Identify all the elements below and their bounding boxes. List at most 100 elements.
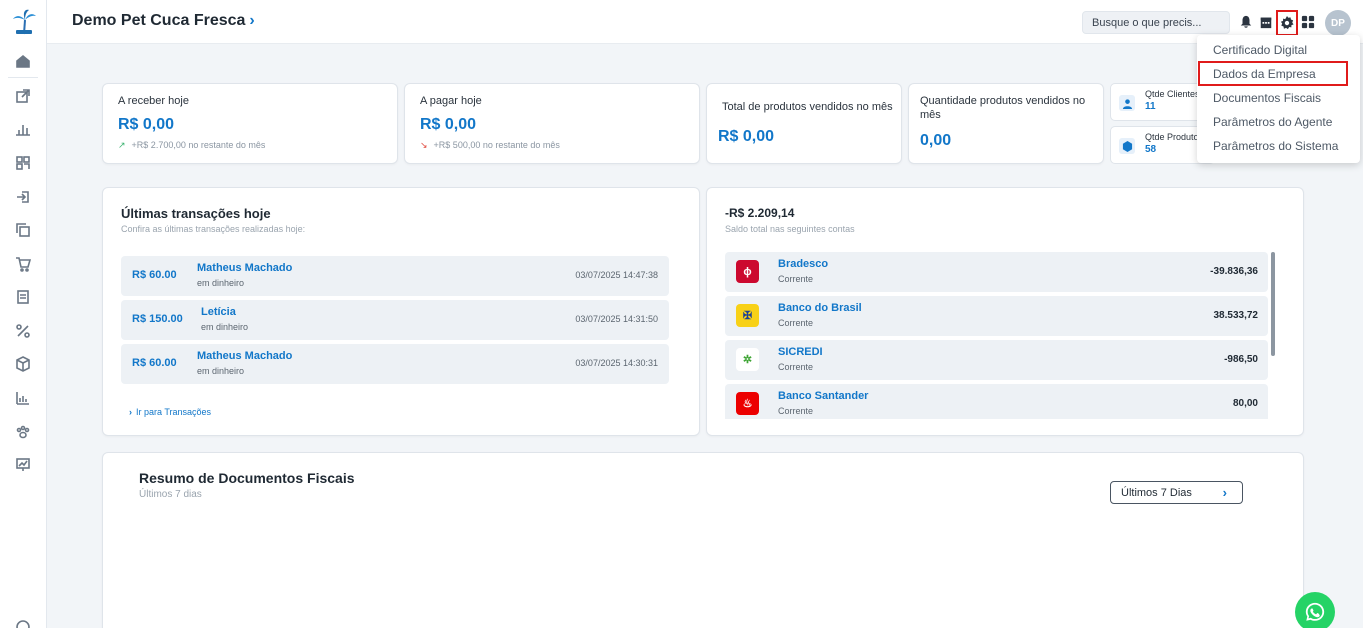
santander-logo-icon: ♨ (736, 392, 759, 415)
qr-code-icon[interactable] (14, 154, 32, 172)
gear-icon (1280, 16, 1294, 30)
kpi-card-products-total: Total de produtos vendidos no mês R$ 0,0… (706, 83, 902, 164)
login-icon[interactable] (14, 188, 32, 206)
accounts-list[interactable]: ϕ Bradesco Corrente -39.836,36 ✠ Banco d… (725, 252, 1273, 419)
calendar-icon[interactable] (1258, 14, 1274, 30)
bradesco-logo-icon: ϕ (736, 260, 759, 283)
kpi-value: R$ 0,00 (118, 116, 175, 133)
transaction-date: 03/07/2025 14:31:50 (575, 314, 658, 324)
menu-item-certificado-digital[interactable]: Certificado Digital (1213, 43, 1307, 57)
paw-icon[interactable] (14, 423, 32, 441)
mini-label: Qtde Produtos (1145, 132, 1204, 142)
transaction-name: Matheus Machado (197, 262, 293, 274)
settings-gear-button[interactable] (1276, 10, 1298, 36)
account-type: Corrente (778, 406, 814, 416)
sidebar (0, 0, 47, 628)
transaction-date: 03/07/2025 14:47:38 (575, 270, 658, 280)
kpi-value: R$ 0,00 (718, 128, 775, 145)
bell-icon[interactable] (1238, 14, 1254, 30)
palm-tree-logo[interactable] (10, 8, 38, 36)
transaction-row[interactable]: R$ 150.00 Letícia em dinheiro 03/07/2025… (121, 300, 669, 340)
accounts-scrollbar[interactable] (1271, 252, 1275, 356)
account-row[interactable]: ϕ Bradesco Corrente -39.836,36 (725, 252, 1268, 292)
cube-icon[interactable] (14, 355, 32, 373)
apps-grid-icon[interactable] (1300, 14, 1316, 30)
transaction-method: em dinheiro (197, 366, 245, 376)
section-title: Resumo de Documentos Fiscais (139, 470, 355, 486)
account-row[interactable]: ♨ Banco Santander Corrente 80,00 (725, 384, 1268, 419)
kpi-label: Quantidade produtos vendidos no mês (920, 95, 1086, 121)
account-balance: -39.836,36 (1210, 266, 1258, 277)
home-icon[interactable] (14, 52, 32, 70)
go-to-transactions-link[interactable]: › Ir para Transações (129, 407, 211, 417)
transaction-method: em dinheiro (197, 278, 245, 288)
external-link-icon[interactable] (14, 87, 32, 105)
section-subtitle: Últimos 7 dias (139, 489, 202, 500)
transaction-row[interactable]: R$ 60.00 Matheus Machado em dinheiro 03/… (121, 256, 669, 296)
section-subtitle: Confira as últimas transações realizadas… (121, 224, 306, 234)
kpi-value: R$ 0,00 (420, 116, 477, 133)
accounts-total: -R$ 2.209,14 (725, 206, 795, 220)
user-avatar[interactable]: DP (1325, 10, 1351, 36)
company-name: Demo Pet Cuca Fresca (72, 12, 246, 29)
chevron-right-icon[interactable] (14, 618, 32, 628)
account-row[interactable]: ✠ Banco do Brasil Corrente 38.533,72 (725, 296, 1268, 336)
copy-icon[interactable] (14, 221, 32, 239)
section-subtitle: Saldo total nas seguintes contas (725, 224, 855, 234)
chevron-right-icon: › (249, 12, 255, 29)
account-type: Corrente (778, 318, 814, 328)
account-name: SICREDI (778, 346, 823, 358)
accounts-card: -R$ 2.209,14 Saldo total nas seguintes c… (706, 187, 1304, 436)
section-title: Últimas transações hoje (121, 206, 271, 221)
transaction-amount: R$ 60.00 (132, 357, 177, 369)
kpi-card-receivable: A receber hoje R$ 0,00 ↗ +R$ 2.700,00 no … (102, 83, 398, 164)
whatsapp-icon (1305, 602, 1325, 621)
box-icon (1119, 138, 1135, 154)
cart-icon[interactable] (14, 255, 32, 273)
bar-chart-icon[interactable] (14, 120, 32, 138)
kpi-sub: ↘ +R$ 500,00 no restante do mês (420, 140, 560, 150)
menu-item-documentos-fiscais[interactable]: Documentos Fiscais (1213, 91, 1321, 105)
transaction-method: em dinheiro (201, 322, 249, 332)
user-icon (1119, 95, 1135, 111)
account-balance: 80,00 (1232, 398, 1258, 409)
transaction-name: Matheus Machado (197, 350, 293, 362)
transaction-amount: R$ 150.00 (132, 313, 183, 325)
chevron-right-icon: › (1222, 485, 1227, 500)
menu-item-parametros-sistema[interactable]: Parâmetros do Sistema (1213, 139, 1338, 153)
kpi-label: Total de produtos vendidos no mês (722, 101, 893, 113)
mini-value: 58 (1145, 144, 1157, 155)
settings-dropdown-menu: Certificado Digital Dados da Empresa Doc… (1197, 35, 1360, 163)
whatsapp-button[interactable] (1295, 592, 1335, 628)
sicredi-logo-icon: ✲ (736, 348, 759, 371)
period-selector-button[interactable]: Últimos 7 Dias › (1110, 481, 1243, 504)
mini-label: Qtde Clientes (1145, 89, 1200, 99)
banco-do-brasil-logo-icon: ✠ (736, 304, 759, 327)
menu-item-dados-da-empresa[interactable]: Dados da Empresa (1213, 67, 1316, 81)
percent-icon[interactable] (14, 322, 32, 340)
account-type: Corrente (778, 274, 814, 284)
factory-chart-icon[interactable] (14, 389, 32, 407)
document-icon[interactable] (14, 288, 32, 306)
presentation-chart-icon[interactable] (14, 456, 32, 474)
dashboard-content: A receber hoje R$ 0,00 ↗ +R$ 2.700,00 no … (47, 45, 1363, 628)
transaction-row[interactable]: R$ 60.00 Matheus Machado em dinheiro 03/… (121, 344, 669, 384)
sidebar-divider (8, 77, 38, 78)
kpi-value: 0,00 (920, 132, 952, 149)
transaction-date: 03/07/2025 14:30:31 (575, 358, 658, 368)
account-name: Banco Santander (778, 390, 869, 402)
period-label: Últimos 7 Dias (1121, 487, 1192, 499)
fiscal-summary-card: Resumo de Documentos Fiscais Últimos 7 d… (102, 452, 1304, 628)
search-input[interactable]: Busque o que precis... (1082, 11, 1230, 34)
kpi-label: A pagar hoje (420, 95, 482, 107)
kpi-card-products-qty: Quantidade produtos vendidos no mês 0,00 (908, 83, 1104, 164)
transaction-name: Letícia (201, 306, 236, 318)
kpi-card-payable: A pagar hoje R$ 0,00 ↘ +R$ 500,00 no rest… (404, 83, 700, 164)
trend-up-icon: ↗ (118, 140, 126, 150)
company-selector[interactable]: Demo Pet Cuca Fresca › (72, 12, 255, 30)
account-balance: 38.533,72 (1213, 310, 1259, 321)
chevron-right-icon: › (129, 407, 132, 417)
account-row[interactable]: ✲ SICREDI Corrente -986,50 (725, 340, 1268, 380)
menu-item-parametros-agente[interactable]: Parâmetros do Agente (1213, 115, 1332, 129)
account-type: Corrente (778, 362, 814, 372)
